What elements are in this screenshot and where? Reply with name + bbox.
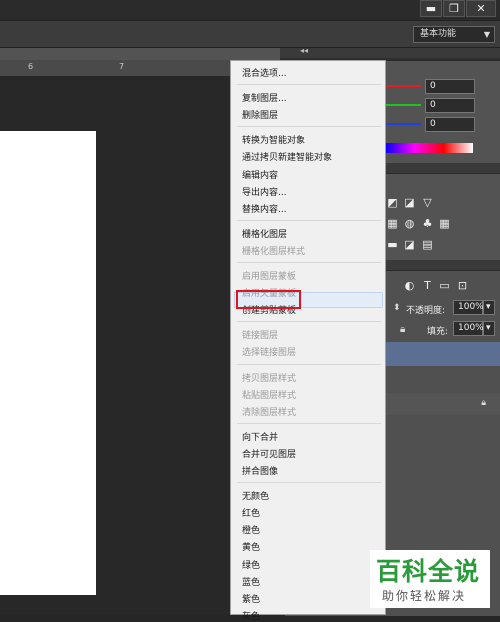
lock-icon: 🔒︎ <box>481 398 486 408</box>
watermark-subtitle: 助你轻松解决 <box>382 589 467 603</box>
smart-object-filter-icon[interactable]: ⊡ <box>456 279 469 292</box>
color-spectrum[interactable] <box>385 143 473 153</box>
menu-separator <box>237 482 381 484</box>
watermark-title: 百科全说 <box>376 557 481 586</box>
menu-item[interactable]: 通过拷贝新建智能对象 <box>242 150 332 163</box>
blue-value-field[interactable]: 0 <box>425 117 475 132</box>
menu-item: 栅格化图层样式 <box>242 246 306 257</box>
minimize-button[interactable]: ▬ <box>420 0 442 17</box>
menu-separator <box>237 363 381 365</box>
red-value-field[interactable]: 0 <box>425 79 475 94</box>
fill-dropdown-button[interactable]: ▾ <box>483 321 495 336</box>
menu-item: 链接图层 <box>242 331 279 342</box>
menu-item[interactable]: 绿色 <box>242 558 260 571</box>
document-tab-strip <box>0 48 280 60</box>
menu-item[interactable]: 灰色 <box>242 609 260 622</box>
menu-item[interactable]: 混合选项... <box>242 66 287 79</box>
menu-item: 清除图层样式 <box>242 407 297 418</box>
menu-item[interactable]: 替换内容... <box>242 202 287 215</box>
menu-item[interactable]: 复制图层... <box>242 91 287 104</box>
green-value-field[interactable]: 0 <box>425 98 475 113</box>
channel-mixer-icon[interactable]: ♣ <box>421 217 434 230</box>
menu-item[interactable]: 向下合并 <box>242 430 278 443</box>
panel-collapse-bar[interactable]: ◂◂ <box>280 46 500 58</box>
menu-item[interactable]: 栅格化图层 <box>242 227 287 240</box>
close-button[interactable]: ✕ <box>466 0 496 17</box>
opacity-dropdown-button[interactable]: ▾ <box>483 300 495 315</box>
menu-separator <box>237 321 381 323</box>
chevron-down-icon: ▼ <box>483 30 490 39</box>
menu-item[interactable]: 删除图层 <box>242 108 278 121</box>
camera-icon[interactable]: ◍ <box>403 217 416 230</box>
menu-item[interactable]: 转换为智能对象 <box>242 133 305 146</box>
collapse-icon: ◂◂ <box>300 46 309 55</box>
gradient-map-icon[interactable]: ▤ <box>421 238 434 251</box>
chevron-updown-icon[interactable]: ⬍ <box>393 303 401 313</box>
type-filter-icon[interactable]: T <box>421 279 434 292</box>
menu-separator <box>237 84 381 86</box>
gradient-triangle-icon[interactable]: ▽ <box>421 196 434 209</box>
menu-item[interactable]: 无颜色 <box>242 489 269 502</box>
fill-label: 填充: <box>427 327 449 337</box>
layer-row[interactable]: 🔒︎ <box>380 393 500 415</box>
workspace-select[interactable]: 基本功能 ▼ <box>413 26 495 43</box>
threshold-icon[interactable]: ◪ <box>403 238 416 251</box>
menu-item: 粘贴图层样式 <box>242 390 297 401</box>
lock-icon[interactable]: 🔒︎ <box>400 324 405 335</box>
menu-item[interactable]: 合并可见图层 <box>242 447 296 460</box>
document-canvas[interactable] <box>0 131 96 595</box>
opacity-field[interactable]: 100% <box>453 300 484 315</box>
green-slider[interactable] <box>385 104 421 106</box>
shape-filter-icon[interactable]: ▭ <box>438 279 451 292</box>
menu-separator <box>237 422 381 424</box>
restore-button[interactable]: ❐ <box>443 0 465 17</box>
posterize-icon[interactable]: ▬ <box>386 238 399 251</box>
menu-item[interactable]: 蓝色 <box>242 575 260 588</box>
menu-item[interactable]: 拼合图像 <box>242 464 278 477</box>
ruler-mark: 6 <box>28 62 34 71</box>
blue-slider[interactable] <box>385 123 421 125</box>
menu-item[interactable]: 编辑内容 <box>242 168 278 181</box>
menu-separator <box>237 219 381 221</box>
red-slider[interactable] <box>385 85 421 87</box>
menu-item: 拷贝图层样式 <box>242 373 297 384</box>
exposure-icon[interactable]: ◪ <box>403 196 416 209</box>
menu-separator <box>237 262 381 263</box>
lookup-grid-icon[interactable]: ▦ <box>438 217 451 230</box>
menu-item[interactable]: 紫色 <box>242 592 260 605</box>
curves-icon[interactable]: ◩ <box>386 196 399 209</box>
menu-item[interactable]: 橙色 <box>242 523 260 536</box>
menu-item: 选择链接图层 <box>242 348 297 359</box>
watermark-logo: 百科全说 助你轻松解决 <box>370 550 490 608</box>
menu-item[interactable]: 红色 <box>242 506 260 519</box>
workspace-label: 基本功能 <box>420 29 457 39</box>
annotation-red-box <box>236 290 301 309</box>
layer-context-menu: 混合选项... 复制图层... 删除图层转换为智能对象通过拷贝新建智能对象 编辑内容导… <box>230 60 386 622</box>
adjustment-filter-icon[interactable]: ◐ <box>403 279 416 292</box>
selected-layer-row[interactable] <box>380 342 500 366</box>
menu-item[interactable]: 黄色 <box>242 540 260 553</box>
menu-separator <box>237 126 381 128</box>
fill-field[interactable]: 100% <box>453 321 484 336</box>
opacity-label: 不透明度: <box>406 306 446 316</box>
ruler-mark: 7 <box>119 62 125 71</box>
menu-item[interactable]: 导出内容... <box>242 185 287 198</box>
menu-item: 启用图层蒙板 <box>242 272 297 282</box>
balance-icon[interactable]: ▦ <box>386 217 399 230</box>
